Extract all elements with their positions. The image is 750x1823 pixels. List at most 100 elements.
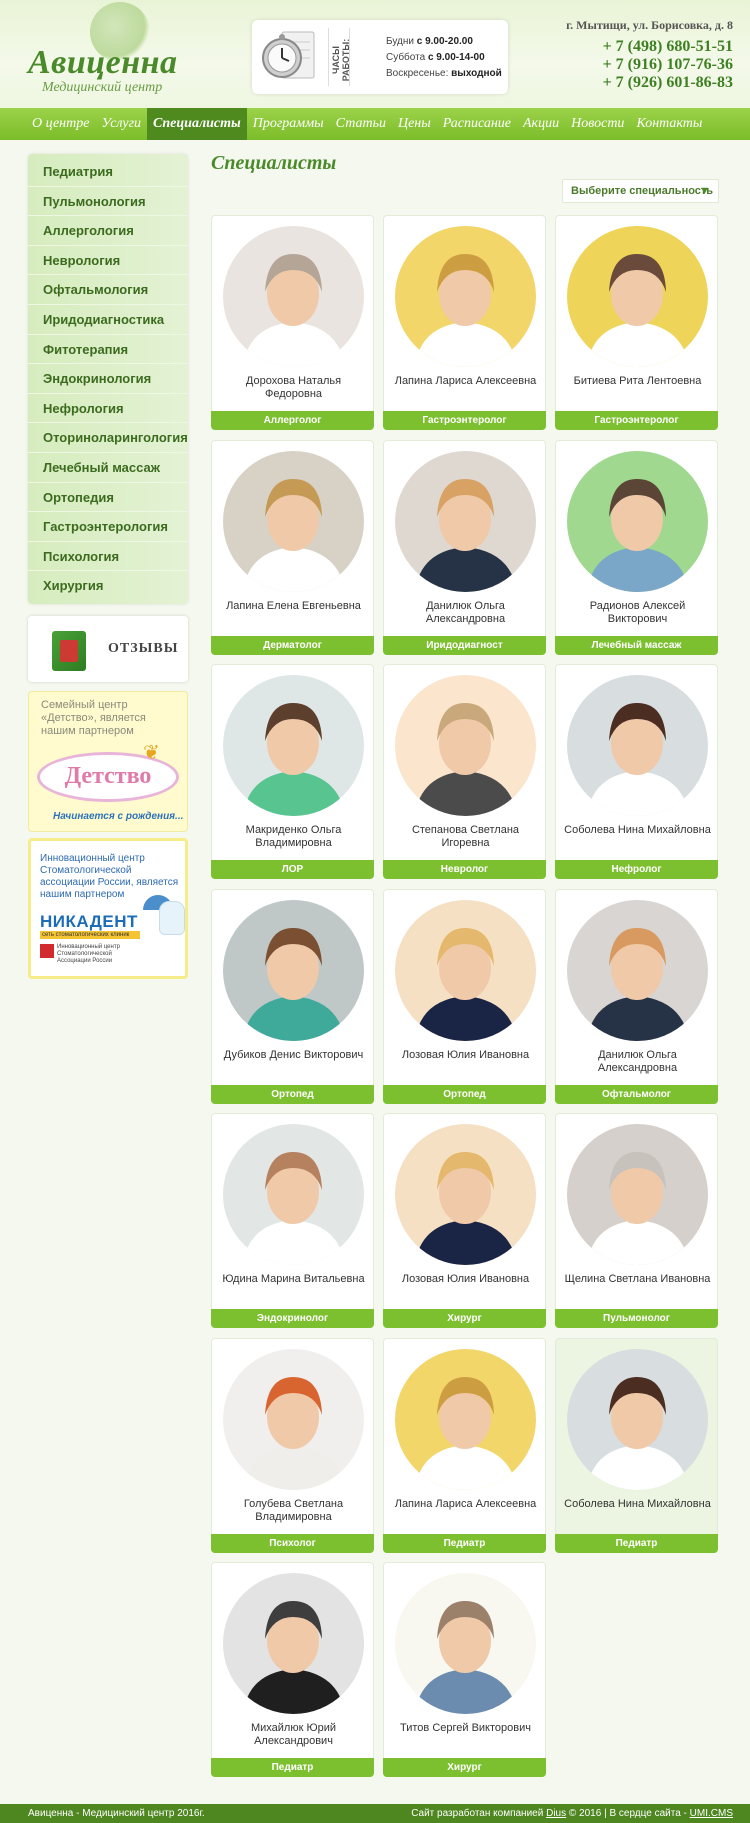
specialist-specialty[interactable]: Эндокринолог <box>211 1309 374 1328</box>
nav-item[interactable]: Статьи <box>330 108 392 140</box>
specialist-specialty[interactable]: Психолог <box>211 1533 374 1553</box>
specialist-specialty[interactable]: ЛОР <box>211 860 374 879</box>
specialist-name[interactable]: Юдина Марина Витальевна <box>218 1273 369 1286</box>
specialist-specialty[interactable]: Офтальмолог <box>555 1084 718 1104</box>
specialist-card[interactable]: Лозовая Юлия Ивановна Ортопед <box>383 888 546 1104</box>
sidebar-menu-item[interactable]: Психология <box>28 542 188 572</box>
specialist-name[interactable]: Данилюк Ольга Александровна <box>390 600 541 626</box>
specialty-select[interactable]: Выберите специальность ▼ <box>562 179 719 203</box>
specialist-specialty[interactable]: Гастроэнтеролог <box>383 411 546 430</box>
specialist-card[interactable]: Лапина Елена Евгеньевна Дерматолог <box>211 439 374 655</box>
specialist-photo[interactable] <box>567 1348 708 1490</box>
specialist-name[interactable]: Михайлюк Юрий Александрович <box>218 1722 369 1748</box>
specialist-name[interactable]: Лапина Лариса Алексеевна <box>390 375 541 388</box>
sidebar-menu-item[interactable]: Нефрология <box>28 394 188 424</box>
specialist-name[interactable]: Лапина Елена Евгеньевна <box>218 600 369 613</box>
phone-number[interactable]: + 7 (498) 680-51-51 <box>603 38 733 56</box>
logo-title[interactable]: Авиценна <box>28 44 178 82</box>
nav-item[interactable]: Цены <box>392 108 437 140</box>
specialist-photo[interactable] <box>567 226 708 367</box>
specialist-card[interactable]: Битиева Рита Лентоевна Гастроэнтеролог <box>555 215 718 430</box>
specialist-card[interactable]: Степанова Светлана Игоревна Невролог <box>383 664 546 879</box>
specialist-specialty[interactable]: Хирург <box>383 1758 546 1777</box>
specialist-card[interactable]: Голубева Светлана Владимировна Психолог <box>211 1337 374 1553</box>
specialist-specialty[interactable]: Дерматолог <box>211 635 374 655</box>
sidebar-menu-item[interactable]: Хирургия <box>28 571 188 601</box>
specialist-card[interactable]: Данилюк Ольга Александровна Офтальмолог <box>555 888 718 1104</box>
specialist-name[interactable]: Щелина Светлана Ивановна <box>562 1273 713 1286</box>
specialist-card[interactable]: Лозовая Юлия Ивановна Хирург <box>383 1113 546 1328</box>
specialist-card[interactable]: Макриденко Ольга Владимировна ЛОР <box>211 664 374 879</box>
sidebar-menu-item[interactable]: Оториноларингология <box>28 423 188 453</box>
specialist-photo[interactable] <box>395 1348 536 1490</box>
specialist-name[interactable]: Битиева Рита Лентоевна <box>562 375 713 388</box>
specialist-photo[interactable] <box>223 675 364 816</box>
specialist-card[interactable]: Юдина Марина Витальевна Эндокринолог <box>211 1113 374 1328</box>
specialist-photo[interactable] <box>395 675 536 816</box>
nav-item[interactable]: Специалисты <box>147 108 247 140</box>
nav-item[interactable]: Контакты <box>630 108 708 140</box>
specialist-photo[interactable] <box>395 899 536 1041</box>
specialist-specialty[interactable]: Аллерголог <box>211 411 374 430</box>
sidebar-menu-item[interactable]: Гастроэнтерология <box>28 512 188 542</box>
specialist-specialty[interactable]: Ортопед <box>383 1084 546 1104</box>
specialist-photo[interactable] <box>395 1124 536 1265</box>
specialist-card[interactable]: Дорохова Наталья Федоровна Аллерголог <box>211 215 374 430</box>
specialist-card[interactable]: Данилюк Ольга Александровна Иридодиагност <box>383 439 546 655</box>
specialist-name[interactable]: Лозовая Юлия Ивановна <box>390 1049 541 1062</box>
specialist-photo[interactable] <box>395 1573 536 1714</box>
specialist-card[interactable]: Лапина Лариса Алексеевна Гастроэнтеролог <box>383 215 546 430</box>
specialist-specialty[interactable]: Гастроэнтеролог <box>555 411 718 430</box>
specialist-specialty[interactable]: Невролог <box>383 860 546 879</box>
specialist-name[interactable]: Лозовая Юлия Ивановна <box>390 1273 541 1286</box>
specialist-specialty[interactable]: Иридодиагност <box>383 635 546 655</box>
specialist-specialty[interactable]: Ортопед <box>211 1084 374 1104</box>
specialist-photo[interactable] <box>223 899 364 1041</box>
nav-item[interactable]: Новости <box>565 108 630 140</box>
specialist-photo[interactable] <box>395 450 536 592</box>
sidebar-menu-item[interactable]: Неврология <box>28 246 188 276</box>
specialist-name[interactable]: Макриденко Ольга Владимировна <box>218 824 369 850</box>
cms-link[interactable]: UMI.CMS <box>690 1808 733 1819</box>
specialist-card[interactable]: Щелина Светлана Ивановна Пульмонолог <box>555 1113 718 1328</box>
phone-number[interactable]: + 7 (926) 601-86-83 <box>603 74 733 92</box>
developer-link[interactable]: Dius <box>546 1808 566 1819</box>
specialist-photo[interactable] <box>223 1348 364 1490</box>
specialist-card[interactable]: Дубиков Денис Викторович Ортопед <box>211 888 374 1104</box>
specialist-photo[interactable] <box>567 675 708 816</box>
specialist-card[interactable]: Радионов Алексей Викторович Лечебный масс… <box>555 439 718 655</box>
nav-item[interactable]: Расписание <box>437 108 517 140</box>
nav-item[interactable]: Акции <box>517 108 565 140</box>
specialist-photo[interactable] <box>223 226 364 367</box>
specialist-name[interactable]: Степанова Светлана Игоревна <box>390 824 541 850</box>
specialist-specialty[interactable]: Педиатр <box>555 1533 718 1553</box>
specialist-card[interactable]: Соболева Нина Михайловна Нефролог <box>555 664 718 879</box>
specialist-card[interactable]: Лапина Лариса Алексеевна Педиатр <box>383 1337 546 1553</box>
specialist-card[interactable]: Титов Сергей Викторович Хирург <box>383 1562 546 1777</box>
sidebar-menu-item[interactable]: Эндокринология <box>28 364 188 394</box>
specialist-specialty[interactable]: Педиатр <box>211 1758 374 1777</box>
specialist-photo[interactable] <box>223 450 364 592</box>
specialist-name[interactable]: Дубиков Денис Викторович <box>218 1049 369 1062</box>
nav-item[interactable]: О центре <box>26 108 95 140</box>
specialist-photo[interactable] <box>567 1124 708 1265</box>
phone-number[interactable]: + 7 (916) 107-76-36 <box>603 56 733 74</box>
nav-item[interactable]: Услуги <box>95 108 147 140</box>
sidebar-menu-item[interactable]: Ортопедия <box>28 483 188 513</box>
partner-detstvo-banner[interactable]: Семейный центр «Детство», является нашим… <box>28 690 188 832</box>
specialist-photo[interactable] <box>223 1573 364 1714</box>
sidebar-menu-item[interactable]: Пульмонология <box>28 187 188 217</box>
specialist-name[interactable]: Соболева Нина Михайловна <box>562 1498 713 1511</box>
sidebar-menu-item[interactable]: Офтальмология <box>28 275 188 305</box>
specialist-photo[interactable] <box>567 450 708 592</box>
specialist-card[interactable]: Михайлюк Юрий Александрович Педиатр <box>211 1562 374 1777</box>
specialist-specialty[interactable]: Хирург <box>383 1309 546 1328</box>
specialist-name[interactable]: Соболева Нина Михайловна <box>562 824 713 837</box>
specialist-name[interactable]: Лапина Лариса Алексеевна <box>390 1498 541 1511</box>
specialist-specialty[interactable]: Нефролог <box>555 860 718 879</box>
specialist-name[interactable]: Радионов Алексей Викторович <box>562 600 713 626</box>
specialist-name[interactable]: Данилюк Ольга Александровна <box>562 1049 713 1075</box>
specialist-name[interactable]: Голубева Светлана Владимировна <box>218 1498 369 1524</box>
specialist-name[interactable]: Титов Сергей Викторович <box>390 1722 541 1735</box>
sidebar-menu-item[interactable]: Лечебный массаж <box>28 453 188 483</box>
